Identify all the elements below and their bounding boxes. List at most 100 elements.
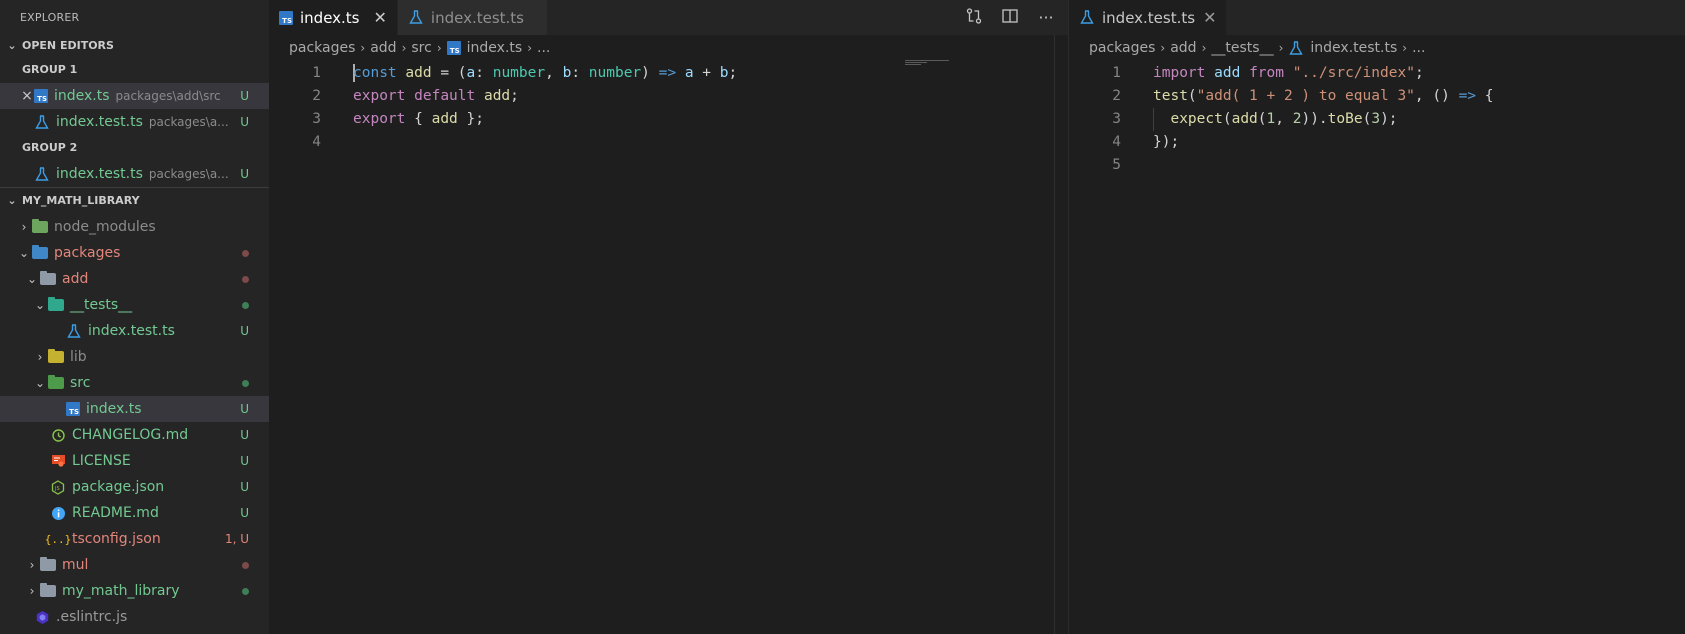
tree-item-packages[interactable]: ⌄ packages <box>0 240 269 266</box>
tree-item-src[interactable]: ⌄ src <box>0 370 269 396</box>
untracked-dot <box>242 380 249 387</box>
breadcrumb-item[interactable]: src <box>411 40 431 56</box>
open-editor-path: packages\a... <box>148 115 229 129</box>
line-number: 4 <box>312 134 321 150</box>
tree-item-tsconfig[interactable]: {..} tsconfig.json 1, U <box>0 526 269 552</box>
indent-guide <box>1153 108 1154 131</box>
git-status-badge: U <box>240 454 249 468</box>
modified-dot <box>242 276 249 283</box>
breadcrumb-item[interactable]: index.test.ts <box>1310 40 1397 56</box>
code-editor[interactable]: 1 import add from "../src/index"; 2 test… <box>1069 62 1685 177</box>
tree-item-index-ts[interactable]: TS index.ts U <box>0 396 269 422</box>
breadcrumb-item[interactable]: __tests__ <box>1211 40 1273 56</box>
code-line: 1 const add = (a: number, b: number) => … <box>269 62 1069 85</box>
tree-item-label: add <box>62 271 89 287</box>
tree-item-label: index.ts <box>86 401 142 417</box>
untracked-dot <box>242 302 249 309</box>
chevron-right-icon: › <box>1402 41 1408 55</box>
tree-item-label: package.json <box>72 479 165 495</box>
close-icon[interactable]: ✕ <box>374 8 387 27</box>
git-status-badge: U <box>240 324 249 338</box>
open-editor-name: index.test.ts <box>56 114 143 130</box>
open-editor-item[interactable]: index.test.ts packages\a... U <box>0 161 269 187</box>
tree-item-changelog[interactable]: CHANGELOG.md U <box>0 422 269 448</box>
open-editors-label: OPEN EDITORS <box>22 39 114 52</box>
chevron-right-icon: › <box>1278 41 1284 55</box>
breadcrumb-item[interactable]: add <box>1170 40 1196 56</box>
close-icon[interactable]: × <box>20 83 34 109</box>
open-editor-path: packages\a... <box>148 167 229 181</box>
tree-item-eslintrc[interactable]: .eslintrc.js <box>0 604 269 630</box>
untracked-dot <box>242 588 249 595</box>
test-flask-icon <box>34 166 50 182</box>
breadcrumb-item[interactable]: packages <box>1089 40 1155 56</box>
line-number: 1 <box>312 65 321 81</box>
tree-item-label: src <box>70 375 91 391</box>
test-flask-icon <box>1288 40 1304 56</box>
open-editor-name: index.ts <box>54 88 110 104</box>
open-editor-item[interactable]: index.test.ts packages\a... U <box>0 109 269 135</box>
tab-label: index.ts <box>300 8 360 27</box>
git-status-badge: U <box>240 167 249 181</box>
tree-item-readme[interactable]: README.md U <box>0 500 269 526</box>
editor-group-1: TS index.ts ✕ index.test.ts ··· packages… <box>269 0 1069 634</box>
project-section[interactable]: ⌄ MY_MATH_LIBRARY <box>0 188 269 214</box>
open-editor-item[interactable]: × TS index.ts packages\add\src U <box>0 83 269 109</box>
tree-item-license[interactable]: LICENSE U <box>0 448 269 474</box>
project-label: MY_MATH_LIBRARY <box>22 194 140 207</box>
src-folder-icon <box>48 375 64 391</box>
chevron-right-icon: › <box>29 558 35 572</box>
tab-index-test-ts[interactable]: index.test.ts <box>397 0 548 35</box>
tree-item-label: my_math_library <box>62 583 180 599</box>
tree-item-my-math-library[interactable]: › my_math_library <box>0 578 269 604</box>
line-number: 3 <box>1112 111 1121 127</box>
tree-item-label: .eslintrc.js <box>56 609 128 625</box>
editor-actions: ··· <box>963 0 1057 35</box>
more-actions-icon[interactable]: ··· <box>1035 8 1057 27</box>
close-icon[interactable]: ✕ <box>1203 8 1216 27</box>
tree-item-label: __tests__ <box>70 297 133 313</box>
tests-folder-icon <box>48 297 64 313</box>
chevron-right-icon: › <box>37 350 43 364</box>
tree-item-lib[interactable]: › lib <box>0 344 269 370</box>
typescript-file-icon: TS <box>66 402 80 416</box>
tab-index-ts[interactable]: TS index.ts ✕ <box>269 0 398 35</box>
breadcrumb-item[interactable]: packages <box>289 40 355 56</box>
tree-item-package-json[interactable]: JS package.json U <box>0 474 269 500</box>
tree-item-mul[interactable]: › mul <box>0 552 269 578</box>
editor-tabs: index.test.ts ✕ <box>1069 0 1685 35</box>
tree-item-index-test-ts[interactable]: index.test.ts U <box>0 318 269 344</box>
git-status-badge: U <box>240 480 249 494</box>
group-1-label: GROUP 1 <box>22 63 78 76</box>
breadcrumb: packages › add › __tests__ › index.test.ts ›… <box>1069 37 1685 59</box>
code-editor[interactable]: 1 const add = (a: number, b: number) => … <box>269 62 1069 154</box>
test-flask-icon <box>408 10 424 26</box>
breadcrumb-item[interactable]: ... <box>537 40 550 56</box>
git-status-badge: U <box>240 506 249 520</box>
folder-icon <box>40 557 56 573</box>
tree-item-node-modules[interactable]: › node_modules <box>0 214 269 240</box>
breadcrumb-item[interactable]: ... <box>1412 40 1425 56</box>
chevron-right-icon: › <box>401 41 407 55</box>
open-changes-icon[interactable] <box>963 7 985 29</box>
tree-item-label: tsconfig.json <box>72 531 161 547</box>
tab-index-test-ts[interactable]: index.test.ts ✕ <box>1069 0 1228 35</box>
tree-item-add[interactable]: ⌄ add <box>0 266 269 292</box>
line-number: 3 <box>312 111 321 127</box>
chevron-right-icon: › <box>21 220 27 234</box>
open-editors-section[interactable]: ⌄ OPEN EDITORS <box>0 35 269 57</box>
tree-item-label: mul <box>62 557 89 573</box>
node-folder-icon <box>32 219 48 235</box>
editor-tabs: TS index.ts ✕ index.test.ts ··· <box>269 0 1069 35</box>
line-number: 1 <box>1112 65 1121 81</box>
editor-group-2: index.test.ts ✕ packages › add › __tests__… <box>1068 0 1685 634</box>
chevron-right-icon: › <box>29 584 35 598</box>
code-line: 2 export default add; <box>269 85 1069 108</box>
breadcrumb-item[interactable]: add <box>370 40 396 56</box>
split-editor-icon[interactable] <box>999 7 1021 29</box>
breadcrumb-item[interactable]: index.ts <box>467 40 523 56</box>
chevron-down-icon: ⌄ <box>18 246 30 260</box>
breadcrumb: packages › add › src › TS index.ts › ... <box>269 37 1069 59</box>
eslint-icon <box>34 609 50 625</box>
tree-item-tests-folder[interactable]: ⌄ __tests__ <box>0 292 269 318</box>
